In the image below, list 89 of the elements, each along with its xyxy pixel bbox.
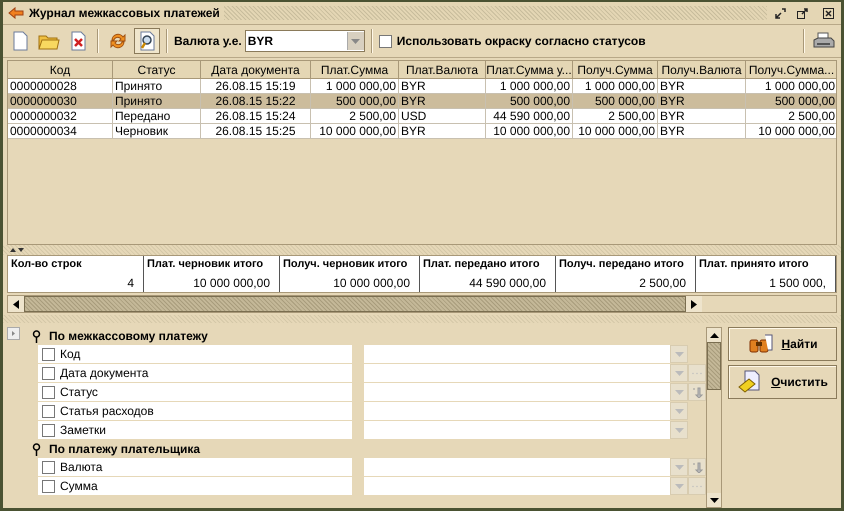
expand-icon[interactable] xyxy=(7,327,20,340)
column-header[interactable]: Статус xyxy=(113,61,201,79)
right-arrow-icon[interactable] xyxy=(691,300,697,308)
up-arrow-icon[interactable] xyxy=(710,332,718,338)
currency-label: Валюта у.е. xyxy=(174,34,242,48)
caret-icon xyxy=(674,408,684,414)
group-title: По межкассовому платежу xyxy=(49,329,208,343)
table-row[interactable]: 0000000028 Принято 26.08.15 15:19 1 000 000,00 BYR 1 000 000,00 1 000 000,00 BYR 1 000 000,00 xyxy=(8,79,836,94)
table-cell: Черновик xyxy=(113,124,201,139)
caret-icon xyxy=(674,370,684,376)
filter-checkbox[interactable]: Статус xyxy=(38,383,352,401)
total-value: 10 000 000,00 xyxy=(192,276,271,290)
find-button[interactable]: Найти xyxy=(728,327,837,361)
filter-field[interactable] xyxy=(364,383,670,401)
column-header[interactable]: Получ.Сумма xyxy=(573,61,658,79)
filter-field[interactable] xyxy=(364,402,670,420)
table-cell: 10 000 000,00 xyxy=(746,124,836,139)
filter-checkbox[interactable]: Валюта xyxy=(38,458,352,476)
caret-icon xyxy=(674,352,684,356)
filter-field[interactable] xyxy=(364,345,670,363)
clear-button[interactable]: Очистить xyxy=(728,365,837,399)
filter-checkbox[interactable]: Заметки xyxy=(38,421,352,439)
filter-checkbox[interactable]: Статья расходов xyxy=(38,402,352,420)
column-header[interactable]: Плат.Валюта xyxy=(399,61,486,79)
caret-icon xyxy=(674,428,684,432)
table-cell: 10 000 000,00 xyxy=(573,124,658,139)
total-label: Плат. принято итого xyxy=(699,258,810,270)
scrollbar-thumb[interactable] xyxy=(24,296,686,312)
column-header[interactable]: Дата документа xyxy=(201,61,311,79)
dropdown-button[interactable] xyxy=(670,421,688,439)
table-cell: 0000000034 xyxy=(8,124,113,139)
table-cell: 10 000 000,00 xyxy=(311,124,399,139)
total-value: 10 000 000,00 xyxy=(332,276,411,290)
pin-icon xyxy=(32,330,41,342)
group-title: По платежу плательщика xyxy=(49,442,200,456)
down-arrow-icon[interactable] xyxy=(710,498,718,502)
table-row[interactable]: 0000000032 Передано 26.08.15 15:24 2 500,00 USD 44 590 000,00 2 500,00 BYR 2 500,00 xyxy=(8,109,836,124)
total-value: 2 500,00 xyxy=(638,276,687,290)
total-label: Получ. черновик итого xyxy=(283,258,408,270)
column-header[interactable]: Плат.Сумма xyxy=(311,61,399,79)
down-arrow-icon xyxy=(692,462,702,472)
total-label: Плат. передано итого xyxy=(423,258,541,270)
scrollbar-thumb[interactable] xyxy=(707,342,721,390)
window-title: Журнал межкассовых платежей xyxy=(29,6,220,20)
column-header[interactable]: Получ.Сумма... xyxy=(746,61,836,79)
dropdown-button[interactable] xyxy=(670,402,688,420)
collapse-arrows-icon[interactable] xyxy=(9,247,25,253)
dropdown-button[interactable] xyxy=(670,458,688,476)
left-arrow-icon[interactable] xyxy=(13,300,19,308)
caret-icon xyxy=(351,38,360,44)
table-cell: 26.08.15 15:25 xyxy=(201,124,311,139)
down-arrow-icon xyxy=(692,386,702,398)
total-label: Получ. передано итого xyxy=(559,258,685,270)
pin-icon xyxy=(32,442,41,456)
filter-checkbox[interactable]: Код xyxy=(38,345,352,363)
total-value: 4 xyxy=(126,276,135,290)
dropdown-button[interactable] xyxy=(670,477,688,495)
horizontal-scrollbar[interactable] xyxy=(7,295,837,313)
table-cell: 10 000 000,00 xyxy=(486,124,573,139)
binoculars-icon xyxy=(748,334,774,354)
column-header[interactable]: Получ.Валюта xyxy=(658,61,746,79)
currency-dropdown[interactable]: BYR xyxy=(244,30,365,52)
dropdown-button[interactable] xyxy=(670,364,688,382)
vertical-scrollbar[interactable] xyxy=(706,327,722,508)
search-document-icon[interactable] xyxy=(134,28,160,54)
total-value: 44 590 000,00 xyxy=(468,276,547,290)
pick-button[interactable] xyxy=(688,383,706,401)
table-cell: BYR xyxy=(399,124,486,139)
column-header[interactable]: Плат.Сумма у... xyxy=(486,61,573,79)
total-label: Кол-во строк xyxy=(11,258,83,270)
table-row[interactable]: 0000000034 Черновик 26.08.15 15:25 10 000 000,00 BYR 10 000 000,00 10 000 000,00 BYR 10 000 000,00 xyxy=(8,124,836,139)
dropdown-button[interactable] xyxy=(670,383,688,401)
column-header[interactable]: Код xyxy=(8,61,113,79)
caret-icon xyxy=(674,484,684,488)
pick-button[interactable] xyxy=(688,458,706,476)
filter-checkbox[interactable]: Дата документа xyxy=(38,364,352,382)
filter-field[interactable] xyxy=(364,421,670,439)
filter-field[interactable] xyxy=(364,364,670,382)
total-label: Плат. черновик итого xyxy=(147,258,264,270)
caret-icon xyxy=(674,464,684,470)
filter-checkbox[interactable]: Сумма xyxy=(38,477,352,495)
caret-icon xyxy=(674,390,684,394)
table-row[interactable]: 0000000030 Принято 26.08.15 15:22 500 000,00 BYR 500 000,00 500 000,00 BYR 500 000,00 xyxy=(8,94,836,109)
status-coloring-checkbox[interactable]: Использовать окраску согласно статусов xyxy=(378,34,646,48)
filter-field[interactable] xyxy=(364,477,670,495)
total-value: 1 500 000, xyxy=(768,276,827,290)
table-cell: BYR xyxy=(658,124,746,139)
dropdown-button[interactable] xyxy=(670,345,688,363)
filter-field[interactable] xyxy=(364,458,670,476)
